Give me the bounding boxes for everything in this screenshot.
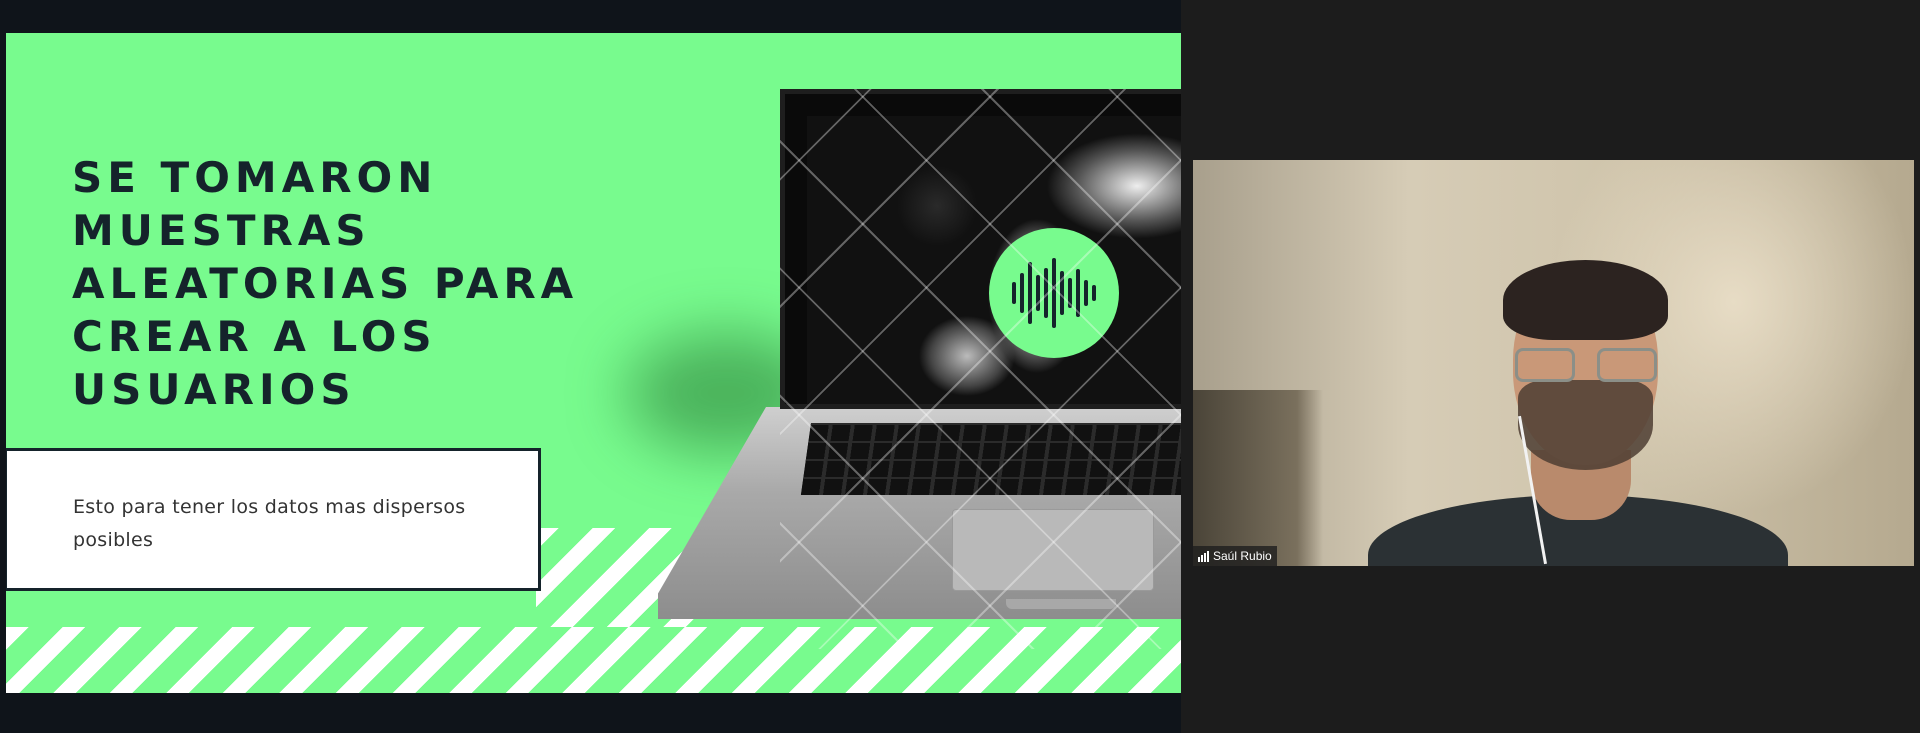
slide-text-box: Esto para tener los datos mas dispersos … — [6, 448, 541, 591]
glasses — [1515, 348, 1657, 384]
participant-hair — [1503, 260, 1668, 340]
slide-body-text: Esto para tener los datos mas dispersos … — [73, 496, 466, 551]
participant-name: Saúl Rubio — [1213, 549, 1272, 563]
screen-artwork — [807, 116, 1181, 404]
shared-screen: Se tomaron muestras aleatorias para crea… — [0, 0, 1181, 733]
participant-beard — [1518, 380, 1653, 470]
laptop-trackpad — [952, 509, 1154, 591]
laptop-screen — [780, 89, 1181, 409]
laptop-keyboard — [800, 423, 1181, 495]
participant-video[interactable] — [1193, 160, 1914, 566]
background-shadow — [1193, 390, 1323, 566]
audio-waveform-icon — [989, 228, 1119, 358]
stripe-band — [6, 627, 1181, 693]
signal-strength-icon — [1198, 550, 1209, 562]
slide-title: Se tomaron muestras aleatorias para crea… — [72, 153, 579, 414]
presentation-slide: Se tomaron muestras aleatorias para crea… — [6, 33, 1181, 693]
laptop-hinge — [1006, 599, 1116, 609]
participant-name-label: Saúl Rubio — [1193, 546, 1277, 566]
